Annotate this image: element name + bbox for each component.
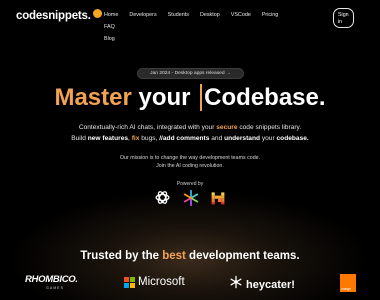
heycater-logo: heycater! (229, 275, 295, 294)
sub2-bugs: bugs, (139, 135, 160, 142)
mistral-icon (210, 190, 226, 211)
openai-icon (154, 189, 171, 211)
sub2-add-comments: //add comments (159, 135, 210, 142)
nav-item-vscode[interactable]: VSCode (231, 9, 251, 21)
mission-statement: Our mission is to change the way develop… (0, 155, 380, 170)
headline-master: Master (54, 84, 132, 111)
customer-logos: RHOMBICO. GAMES Microsoft heycater! oran… (0, 272, 380, 294)
orange-logo: orange (340, 274, 356, 292)
orange-wordmark: orange (341, 287, 351, 291)
mission-line-1: Our mission is to change the way develop… (119, 155, 261, 161)
headline-codebase: Codebase. (200, 84, 326, 111)
perplexity-icon (182, 189, 200, 212)
powered-by-label: Powered by (176, 181, 204, 187)
nav-item-faq[interactable]: FAQ (104, 21, 115, 33)
brand-logo[interactable]: codesnippets. (16, 8, 102, 22)
release-announcement-pill[interactable]: Jan 2024 - Desktop apps released → (137, 68, 244, 79)
microsoft-logo: Microsoft (124, 276, 185, 288)
heycater-icon (229, 275, 243, 294)
trusted-by-heading: Trusted by the best development teams. (0, 250, 380, 262)
sign-in-button[interactable]: Sign in (333, 8, 354, 28)
nav-item-pricing[interactable]: Pricing (262, 9, 278, 21)
nav-item-home[interactable]: Home (104, 9, 118, 21)
logo-badge-icon (92, 8, 102, 18)
headline-your: your (131, 84, 198, 111)
hero-headline: Master your Codebase. (0, 84, 380, 112)
nav-item-desktop[interactable]: Desktop (200, 9, 220, 21)
microsoft-icon (124, 276, 135, 288)
sub2-new-features: new features (87, 135, 129, 142)
trusted-prefix: Trusted by the (80, 250, 163, 262)
heycater-wordmark: heycater! (246, 278, 295, 291)
sub2-codebase: codebase. (276, 135, 309, 142)
hero-subtitle-1: Contextually-rich AI chats, integrated w… (0, 124, 380, 131)
rhombico-logo: RHOMBICO. (25, 274, 78, 285)
sub2-build: Build (71, 135, 88, 142)
nav-item-blog[interactable]: Blog (104, 33, 115, 45)
logo-text: codesnippets. (16, 10, 91, 22)
nav-item-students[interactable]: Students (168, 9, 189, 21)
sub1-text-a: Contextually-rich AI chats, integrated w… (78, 124, 217, 131)
trusted-suffix: development teams. (185, 250, 300, 262)
hero-subtitle-2: Build new features, fix bugs, //add comm… (0, 135, 380, 142)
sub2-and: and (209, 135, 225, 142)
trusted-best: best (162, 250, 186, 262)
microsoft-wordmark: Microsoft (138, 276, 185, 288)
nav-item-developers[interactable]: Developers (129, 9, 156, 21)
mission-line-2: Join the AI coding revolution. (156, 162, 224, 169)
sub2-your: your (260, 135, 277, 142)
ai-provider-logos (154, 189, 226, 212)
sub2-understand: understand (224, 135, 260, 142)
rhombico-games-label: GAMES (46, 286, 64, 290)
sub1-text-c: code snippets library. (237, 124, 302, 131)
sub1-secure: secure (216, 124, 238, 131)
main-nav: Home Developers Students Desktop VSCode Prici… (104, 9, 304, 45)
